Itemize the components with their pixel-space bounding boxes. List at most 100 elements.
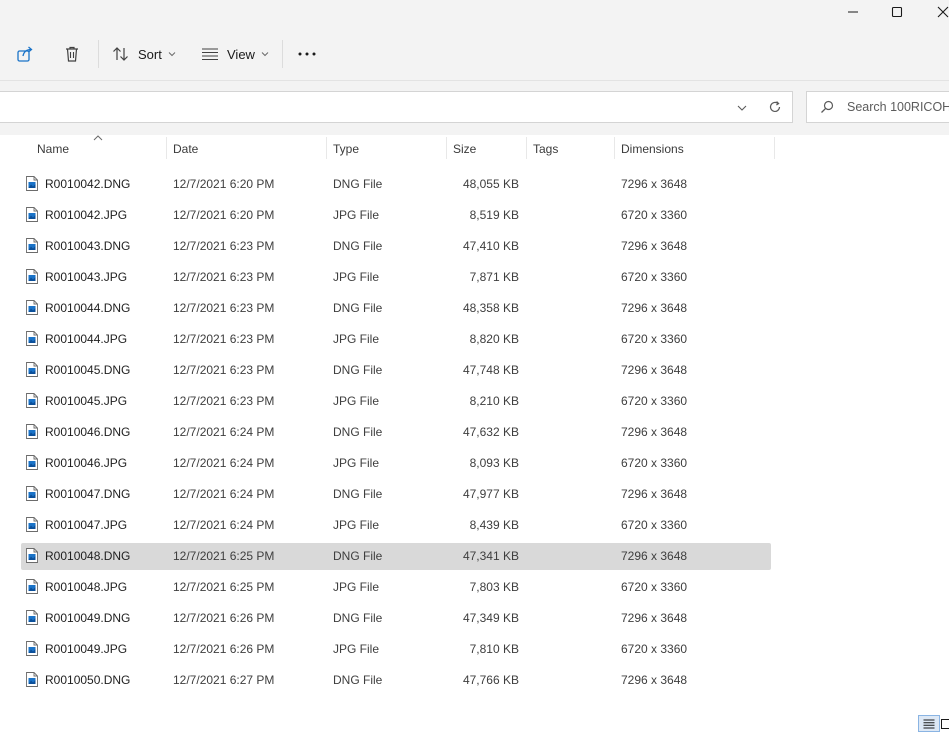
file-row[interactable]: R0010049.JPG 12/7/2021 6:26 PM JPG File 7,8…	[21, 636, 771, 663]
file-name: R0010047.JPG	[45, 518, 128, 532]
close-button[interactable]	[920, 0, 949, 24]
file-row[interactable]: R0010042.JPG 12/7/2021 6:20 PM JPG File 8,5…	[21, 202, 771, 229]
details-view-icon	[923, 719, 935, 728]
file-date: 12/7/2021 6:24 PM	[173, 518, 275, 532]
column-divider[interactable]	[614, 137, 615, 159]
tiles-view-button[interactable]	[940, 715, 949, 732]
file-row[interactable]: R0010048.DNG 12/7/2021 6:25 PM DNG File 47,…	[21, 543, 771, 570]
address-row: Search 100RICOH	[0, 81, 949, 135]
search-box[interactable]: Search 100RICOH	[806, 91, 949, 123]
file-size: 8,820 KB	[469, 332, 519, 346]
file-size: 47,341 KB	[462, 549, 519, 563]
file-row[interactable]: R0010045.DNG 12/7/2021 6:23 PM DNG File 47,…	[21, 357, 771, 384]
file-row[interactable]: R0010044.JPG 12/7/2021 6:23 PM JPG File 8,8…	[21, 326, 771, 353]
sort-button[interactable]: Sort	[112, 38, 178, 70]
command-bar: Sort View	[0, 28, 949, 80]
file-row[interactable]: R0010046.DNG 12/7/2021 6:24 PM DNG File 47,…	[21, 419, 771, 446]
address-bar[interactable]	[0, 91, 793, 123]
file-date: 12/7/2021 6:26 PM	[173, 642, 275, 656]
file-name: R0010043.JPG	[45, 270, 128, 284]
view-label: View	[227, 46, 255, 62]
file-type: DNG File	[333, 611, 383, 625]
sort-icon	[113, 47, 128, 61]
column-header-row: Name Date Type Size Tags Dimensions	[0, 135, 949, 161]
file-name: R0010047.DNG	[45, 487, 131, 501]
file-type: JPG File	[333, 332, 380, 346]
details-view-button[interactable]	[918, 715, 940, 732]
file-row[interactable]: R0010044.DNG 12/7/2021 6:23 PM DNG File 48,…	[21, 295, 771, 322]
image-file-icon	[26, 331, 38, 346]
file-size: 7,810 KB	[469, 642, 519, 656]
delete-button[interactable]	[60, 38, 84, 70]
column-header-type[interactable]: Type	[333, 142, 359, 156]
minimize-button[interactable]	[830, 0, 876, 24]
view-list-icon	[202, 48, 218, 61]
file-dimensions: 7296 x 3648	[621, 549, 688, 563]
file-name: R0010044.JPG	[45, 332, 128, 346]
file-dimensions: 6720 x 3360	[621, 580, 688, 594]
file-row[interactable]: R0010048.JPG 12/7/2021 6:25 PM JPG File 7,8…	[21, 574, 771, 601]
file-row[interactable]: R0010047.JPG 12/7/2021 6:24 PM JPG File 8,4…	[21, 512, 771, 539]
tiles-view-icon	[941, 718, 949, 729]
image-file-icon	[26, 269, 38, 284]
column-header-tags[interactable]: Tags	[533, 142, 558, 156]
share-button[interactable]	[12, 38, 38, 70]
column-header-name[interactable]: Name	[37, 142, 69, 156]
file-dimensions: 7296 x 3648	[621, 425, 688, 439]
column-header-size[interactable]: Size	[453, 142, 476, 156]
file-name: R0010042.DNG	[45, 177, 131, 191]
file-row[interactable]: R0010049.DNG 12/7/2021 6:26 PM DNG File 47,…	[21, 605, 771, 632]
share-icon	[17, 46, 33, 62]
view-button[interactable]: View	[201, 38, 271, 70]
file-type: DNG File	[333, 673, 383, 687]
file-row[interactable]: R0010045.JPG 12/7/2021 6:23 PM JPG File 8,2…	[21, 388, 771, 415]
file-size: 47,766 KB	[462, 673, 519, 687]
file-type: DNG File	[333, 487, 383, 501]
column-divider[interactable]	[774, 137, 775, 159]
column-header-dimensions[interactable]: Dimensions	[621, 142, 684, 156]
column-divider[interactable]	[326, 137, 327, 159]
file-name: R0010043.DNG	[45, 239, 131, 253]
file-size: 47,410 KB	[462, 239, 519, 253]
column-divider[interactable]	[166, 137, 167, 159]
file-date: 12/7/2021 6:25 PM	[173, 549, 275, 563]
toolbar-divider	[98, 40, 99, 68]
column-divider[interactable]	[526, 137, 527, 159]
image-file-icon	[26, 579, 38, 594]
maximize-button[interactable]	[874, 0, 920, 24]
file-date: 12/7/2021 6:26 PM	[173, 611, 275, 625]
file-date: 12/7/2021 6:23 PM	[173, 363, 275, 377]
file-name: R0010042.JPG	[45, 208, 128, 222]
trash-icon	[66, 46, 78, 62]
file-type: DNG File	[333, 549, 383, 563]
file-type: DNG File	[333, 363, 383, 377]
file-dimensions: 6720 x 3360	[621, 456, 688, 470]
refresh-icon[interactable]	[768, 100, 782, 114]
file-name: R0010050.DNG	[45, 673, 131, 687]
file-size: 48,055 KB	[462, 177, 519, 191]
file-size: 7,803 KB	[469, 580, 519, 594]
file-row[interactable]: R0010041.JPG12/7/2021 6:18 PMJPG File9,4…	[21, 161, 771, 167]
chevron-down-icon[interactable]	[737, 105, 747, 111]
file-row[interactable]: R0010043.DNG 12/7/2021 6:23 PM DNG File 47,…	[21, 233, 771, 260]
search-icon	[821, 100, 834, 113]
more-options-button[interactable]	[294, 38, 320, 70]
file-row[interactable]: R0010043.JPG 12/7/2021 6:23 PM JPG File 7,8…	[21, 264, 771, 291]
file-type: JPG File	[333, 394, 380, 408]
file-row[interactable]: R0010042.DNG 12/7/2021 6:20 PM DNG File 48,…	[21, 171, 771, 198]
file-row[interactable]: R0010047.DNG 12/7/2021 6:24 PM DNG File 47,…	[21, 481, 771, 508]
file-dimensions: 7296 x 3648	[621, 611, 688, 625]
file-size: 47,748 KB	[462, 363, 519, 377]
column-header-date[interactable]: Date	[173, 142, 198, 156]
column-divider[interactable]	[446, 137, 447, 159]
file-dimensions: 6720 x 3360	[621, 642, 688, 656]
image-file-icon	[26, 455, 38, 470]
file-type: JPG File	[333, 580, 380, 594]
image-file-icon	[26, 238, 38, 253]
file-name: R0010044.DNG	[45, 301, 131, 315]
file-type: JPG File	[333, 270, 380, 284]
file-row[interactable]: R0010046.JPG 12/7/2021 6:24 PM JPG File 8,0…	[21, 450, 771, 477]
file-size: 47,977 KB	[462, 487, 519, 501]
file-row[interactable]: R0010050.DNG 12/7/2021 6:27 PM DNG File 47,…	[21, 667, 771, 694]
toolbar-divider	[282, 40, 283, 68]
